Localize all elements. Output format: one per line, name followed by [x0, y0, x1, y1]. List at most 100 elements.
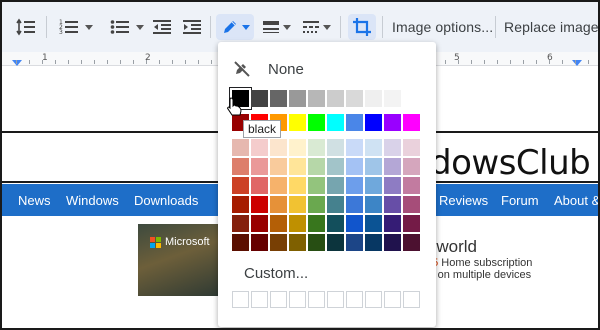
- color-swatch[interactable]: [346, 90, 363, 107]
- none-color-option[interactable]: None: [218, 56, 436, 82]
- color-swatch[interactable]: [232, 177, 249, 194]
- nav-item-reviews[interactable]: Reviews: [439, 193, 488, 208]
- color-swatch[interactable]: [289, 90, 306, 107]
- color-swatch[interactable]: [270, 215, 287, 232]
- color-swatch[interactable]: [232, 234, 249, 251]
- color-swatch[interactable]: [384, 196, 401, 213]
- replace-image-button[interactable]: Replace image: [504, 14, 598, 40]
- custom-color-slot[interactable]: [251, 291, 268, 308]
- color-swatch[interactable]: [289, 158, 306, 175]
- custom-color-slot[interactable]: [403, 291, 420, 308]
- color-swatch[interactable]: [232, 139, 249, 156]
- color-swatch[interactable]: [270, 139, 287, 156]
- color-swatch[interactable]: [327, 196, 344, 213]
- color-swatch[interactable]: [403, 158, 420, 175]
- color-swatch[interactable]: [308, 196, 325, 213]
- nav-item-downloads[interactable]: Downloads: [134, 193, 198, 208]
- color-swatch[interactable]: [251, 139, 268, 156]
- custom-color-slot[interactable]: [384, 291, 401, 308]
- color-swatch[interactable]: [327, 177, 344, 194]
- color-swatch[interactable]: [308, 234, 325, 251]
- color-swatch[interactable]: [270, 158, 287, 175]
- color-swatch[interactable]: [327, 215, 344, 232]
- color-swatch[interactable]: [232, 215, 249, 232]
- color-swatch[interactable]: [365, 90, 382, 107]
- color-swatch[interactable]: [270, 196, 287, 213]
- color-swatch[interactable]: [365, 196, 382, 213]
- custom-color-slot[interactable]: [346, 291, 363, 308]
- color-swatch[interactable]: [308, 158, 325, 175]
- color-swatch[interactable]: [346, 139, 363, 156]
- color-swatch[interactable]: [346, 196, 363, 213]
- color-swatch[interactable]: [327, 139, 344, 156]
- color-swatch[interactable]: [232, 158, 249, 175]
- color-swatch[interactable]: [270, 90, 287, 107]
- color-swatch[interactable]: [327, 158, 344, 175]
- border-weight-button[interactable]: [258, 14, 294, 40]
- color-swatch[interactable]: [270, 177, 287, 194]
- color-swatch[interactable]: [327, 114, 344, 131]
- nav-item-news[interactable]: News: [18, 193, 51, 208]
- color-swatch[interactable]: [403, 90, 420, 107]
- nav-item-about[interactable]: About &: [554, 193, 598, 208]
- color-swatch[interactable]: [289, 114, 306, 131]
- color-swatch[interactable]: [289, 139, 306, 156]
- custom-color-slot[interactable]: [308, 291, 325, 308]
- color-swatch[interactable]: [251, 215, 268, 232]
- color-swatch[interactable]: [365, 215, 382, 232]
- ruler-right-marker[interactable]: [572, 60, 582, 66]
- color-swatch[interactable]: [384, 139, 401, 156]
- image-options-button[interactable]: Image options...: [392, 14, 493, 40]
- color-swatch[interactable]: [403, 234, 420, 251]
- color-swatch[interactable]: [365, 158, 382, 175]
- color-swatch[interactable]: [384, 114, 401, 131]
- color-swatch[interactable]: [384, 177, 401, 194]
- color-swatch[interactable]: [384, 158, 401, 175]
- color-swatch[interactable]: [346, 158, 363, 175]
- color-swatch[interactable]: [384, 215, 401, 232]
- custom-color-slot[interactable]: [365, 291, 382, 308]
- color-swatch[interactable]: [346, 234, 363, 251]
- color-swatch[interactable]: [365, 177, 382, 194]
- increase-indent-icon[interactable]: [180, 14, 204, 40]
- color-swatch[interactable]: [327, 90, 344, 107]
- color-swatch[interactable]: [365, 139, 382, 156]
- decrease-indent-icon[interactable]: [150, 14, 174, 40]
- custom-color-slot[interactable]: [232, 291, 249, 308]
- color-swatch[interactable]: [251, 234, 268, 251]
- color-swatch[interactable]: [308, 139, 325, 156]
- custom-color-slot[interactable]: [289, 291, 306, 308]
- custom-color-button[interactable]: Custom...: [244, 265, 308, 282]
- numbered-list-button[interactable]: 123: [54, 14, 98, 40]
- custom-color-slot[interactable]: [270, 291, 287, 308]
- color-swatch[interactable]: [289, 234, 306, 251]
- color-swatch[interactable]: [384, 90, 401, 107]
- color-swatch[interactable]: [403, 114, 420, 131]
- color-swatch[interactable]: [308, 215, 325, 232]
- color-swatch[interactable]: [251, 177, 268, 194]
- line-spacing-icon[interactable]: [14, 14, 38, 40]
- bulleted-list-button[interactable]: [105, 14, 149, 40]
- color-swatch[interactable]: [346, 177, 363, 194]
- nav-item-windows[interactable]: Windows: [66, 193, 119, 208]
- ruler-indent-marker[interactable]: [12, 60, 22, 66]
- color-swatch[interactable]: [327, 234, 344, 251]
- border-dash-button[interactable]: [298, 14, 334, 40]
- color-swatch[interactable]: [232, 196, 249, 213]
- color-swatch[interactable]: [251, 158, 268, 175]
- color-swatch[interactable]: [365, 114, 382, 131]
- color-swatch[interactable]: [289, 177, 306, 194]
- border-color-button[interactable]: [216, 14, 254, 40]
- color-swatch[interactable]: [403, 139, 420, 156]
- color-swatch[interactable]: [289, 215, 306, 232]
- color-swatch[interactable]: [365, 234, 382, 251]
- nav-item-forum[interactable]: Forum: [501, 193, 539, 208]
- color-swatch[interactable]: [289, 196, 306, 213]
- color-swatch[interactable]: [346, 215, 363, 232]
- color-swatch[interactable]: [270, 234, 287, 251]
- crop-icon[interactable]: [348, 14, 376, 40]
- color-swatch[interactable]: [403, 177, 420, 194]
- color-swatch[interactable]: [251, 196, 268, 213]
- color-swatch[interactable]: [403, 215, 420, 232]
- custom-color-slot[interactable]: [327, 291, 344, 308]
